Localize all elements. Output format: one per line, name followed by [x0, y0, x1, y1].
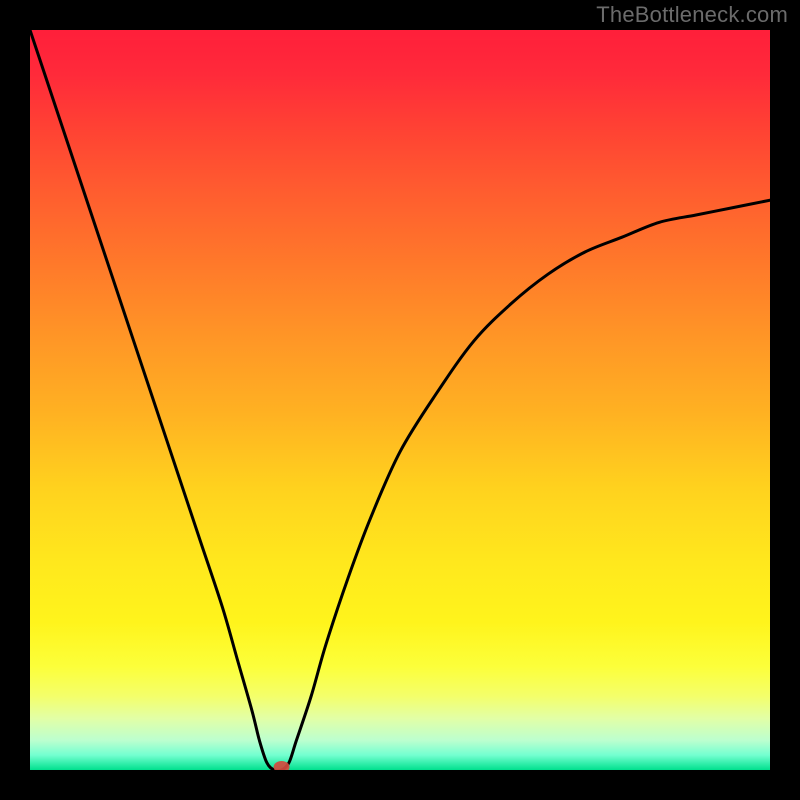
watermark-text: TheBottleneck.com: [596, 2, 788, 28]
bottleneck-curve: [30, 30, 770, 770]
minimum-marker: [274, 761, 290, 770]
plot-area: [30, 30, 770, 770]
chart-frame: TheBottleneck.com: [0, 0, 800, 800]
curve-layer: [30, 30, 770, 770]
